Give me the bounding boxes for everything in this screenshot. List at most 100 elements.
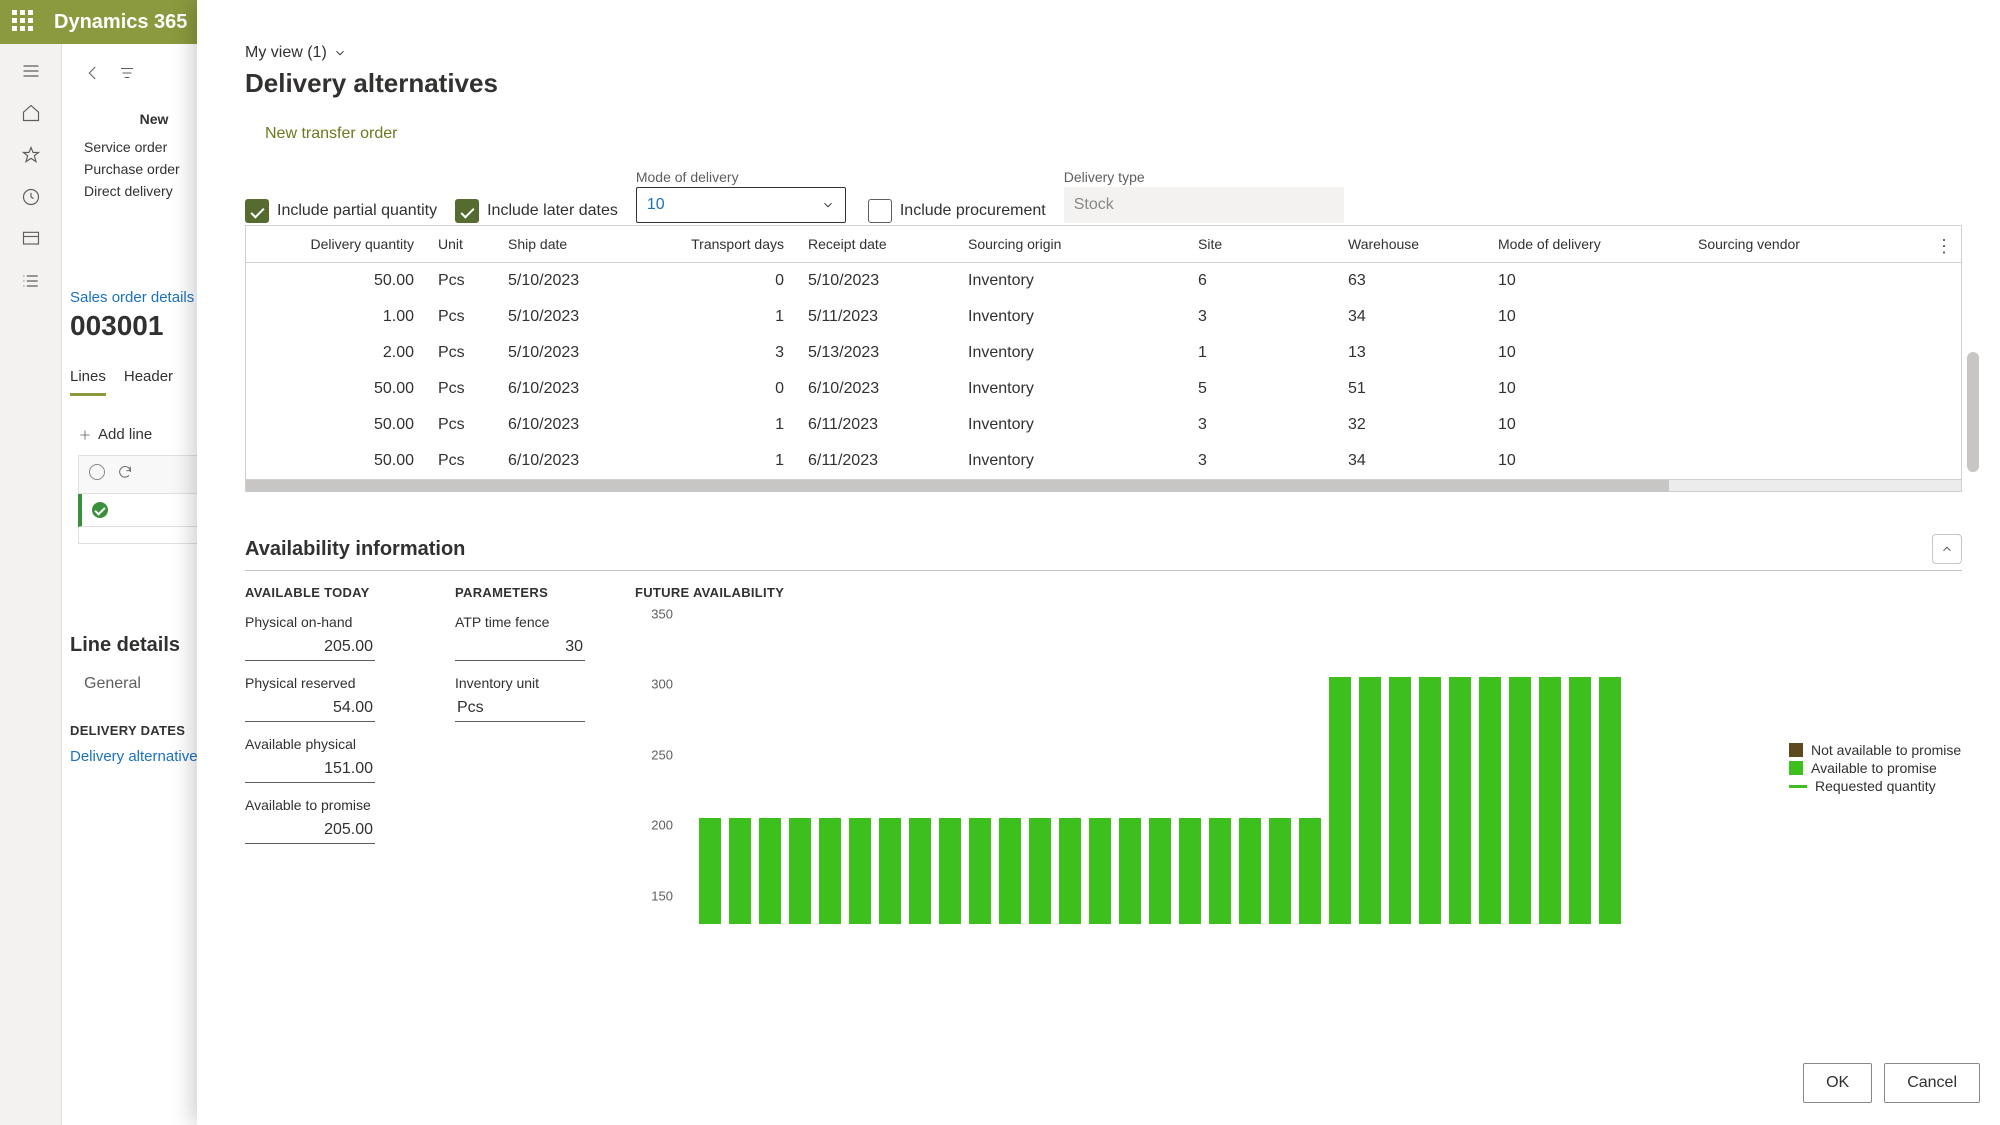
checkbox-label: Include partial quantity	[277, 202, 437, 220]
table-header-row: Delivery quantity Unit Ship date Transpo…	[246, 226, 1961, 263]
cell-site: 5	[1186, 371, 1336, 407]
view-selector[interactable]: My view (1)	[245, 44, 1962, 62]
mode-of-delivery-field: Mode of delivery 10	[636, 169, 846, 223]
chart-bar	[939, 818, 961, 924]
cell-ship: 5/10/2023	[496, 263, 666, 300]
back-icon[interactable]	[84, 64, 102, 87]
cell-receipt: 6/10/2023	[796, 371, 956, 407]
checkbox-label: Include procurement	[900, 202, 1046, 220]
view-label: My view (1)	[245, 44, 327, 62]
table-vertical-scrollbar[interactable]	[1967, 352, 1979, 472]
delivery-type-input: Stock	[1064, 187, 1344, 223]
cell-vendor	[1686, 335, 1961, 371]
table-row[interactable]: 1.00Pcs5/10/202315/11/2023Inventory33410	[246, 299, 1961, 335]
mode-of-delivery-select[interactable]: 10	[636, 187, 846, 223]
chart-bar	[1179, 818, 1201, 924]
cell-tdays: 1	[666, 407, 796, 443]
chart-bar	[1119, 818, 1141, 924]
cell-vendor	[1686, 407, 1961, 443]
chart-bar	[819, 818, 841, 924]
cell-qty: 50.00	[246, 443, 426, 479]
col-unit[interactable]: Unit	[426, 226, 496, 263]
table-row[interactable]: 50.00Pcs6/10/202316/11/2023Inventory3321…	[246, 407, 1961, 443]
workspace-icon[interactable]	[20, 228, 42, 250]
y-tick: 300	[651, 677, 673, 692]
legend-swatch-not-available	[1789, 743, 1803, 757]
include-procurement-checkbox[interactable]: Include procurement	[868, 199, 1046, 223]
table-row[interactable]: 2.00Pcs5/10/202335/13/2023Inventory11310	[246, 335, 1961, 371]
table-row[interactable]: 50.00Pcs6/10/202306/10/2023Inventory5511…	[246, 371, 1961, 407]
refresh-icon[interactable]	[117, 464, 133, 485]
col-receipt-date[interactable]: Receipt date	[796, 226, 956, 263]
inventory-unit-label: Inventory unit	[455, 675, 595, 691]
y-tick: 250	[651, 747, 673, 762]
legend-swatch-requested	[1789, 785, 1807, 788]
y-tick: 350	[651, 607, 673, 622]
tab-header[interactable]: Header	[124, 368, 173, 396]
collapse-button[interactable]	[1932, 534, 1962, 564]
col-sourcing-origin[interactable]: Sourcing origin	[956, 226, 1186, 263]
cell-qty: 50.00	[246, 263, 426, 300]
chart-bar	[1359, 677, 1381, 924]
delivery-alternatives-panel: My view (1) Delivery alternatives New tr…	[197, 0, 2000, 1125]
cell-tdays: 0	[666, 371, 796, 407]
hamburger-icon[interactable]	[20, 60, 42, 82]
list-icon[interactable]	[20, 270, 42, 292]
future-availability-heading: FUTURE AVAILABILITY	[635, 585, 1962, 600]
cell-origin: Inventory	[956, 299, 1186, 335]
table-more-icon[interactable]: ⋮	[1935, 236, 1953, 257]
alternatives-table: ⋮ Delivery quantity Unit Ship date Trans…	[245, 225, 1962, 492]
available-today-heading: AVAILABLE TODAY	[245, 585, 415, 600]
table-horizontal-scrollbar[interactable]	[246, 479, 1961, 491]
table-row[interactable]: 50.00Pcs6/10/202316/11/2023Inventory3341…	[246, 443, 1961, 479]
future-availability-chart: 150200250300350 Not available to promise…	[635, 614, 1962, 924]
cell-mode: 10	[1486, 263, 1686, 300]
col-sourcing-vendor[interactable]: Sourcing vendor	[1686, 226, 1961, 263]
field-label: Delivery type	[1064, 169, 1344, 185]
chart-bar	[999, 818, 1021, 924]
cell-qty: 50.00	[246, 371, 426, 407]
include-later-checkbox[interactable]: Include later dates	[455, 199, 618, 223]
brand-bar: Dynamics 365	[0, 0, 210, 44]
col-site[interactable]: Site	[1186, 226, 1336, 263]
col-ship-date[interactable]: Ship date	[496, 226, 666, 263]
availability-section-header: Availability information	[245, 534, 1962, 571]
select-all-icon[interactable]	[89, 464, 105, 480]
star-icon[interactable]	[20, 144, 42, 166]
inventory-unit-value: Pcs	[455, 695, 585, 722]
cell-receipt: 5/11/2023	[796, 299, 956, 335]
brand-title: Dynamics 365	[54, 11, 187, 34]
table-row[interactable]: 50.00Pcs5/10/202305/10/2023Inventory6631…	[246, 263, 1961, 300]
chart-bar	[879, 818, 901, 924]
cell-wh: 34	[1336, 443, 1486, 479]
add-line-label: Add line	[98, 426, 152, 443]
cancel-button[interactable]: Cancel	[1884, 1063, 1980, 1103]
chart-bar	[1569, 677, 1591, 924]
chart-bar	[1269, 818, 1291, 924]
col-transport-days[interactable]: Transport days	[666, 226, 796, 263]
recent-icon[interactable]	[20, 186, 42, 208]
include-partial-checkbox[interactable]: Include partial quantity	[245, 199, 437, 223]
dialog-footer: OK Cancel	[1803, 1063, 1980, 1103]
col-mode-delivery[interactable]: Mode of delivery	[1486, 226, 1686, 263]
chart-bar	[1089, 818, 1111, 924]
cell-wh: 13	[1336, 335, 1486, 371]
filter-icon[interactable]	[118, 64, 136, 87]
cell-ship: 6/10/2023	[496, 371, 666, 407]
tab-lines[interactable]: Lines	[70, 368, 106, 396]
atp-value: 205.00	[245, 817, 375, 844]
cell-qty: 50.00	[246, 407, 426, 443]
chart-bar	[1209, 818, 1231, 924]
col-warehouse[interactable]: Warehouse	[1336, 226, 1486, 263]
cell-receipt: 6/11/2023	[796, 407, 956, 443]
cell-mode: 10	[1486, 443, 1686, 479]
home-icon[interactable]	[20, 102, 42, 124]
new-transfer-order-button[interactable]: New transfer order	[265, 125, 1962, 143]
ok-button[interactable]: OK	[1803, 1063, 1872, 1103]
parameters-heading: PARAMETERS	[455, 585, 595, 600]
app-launcher-icon[interactable]	[12, 10, 36, 34]
col-delivery-qty[interactable]: Delivery quantity	[246, 226, 426, 263]
atp-label: Available to promise	[245, 797, 415, 813]
cell-unit: Pcs	[426, 407, 496, 443]
chevron-down-icon	[333, 46, 347, 60]
